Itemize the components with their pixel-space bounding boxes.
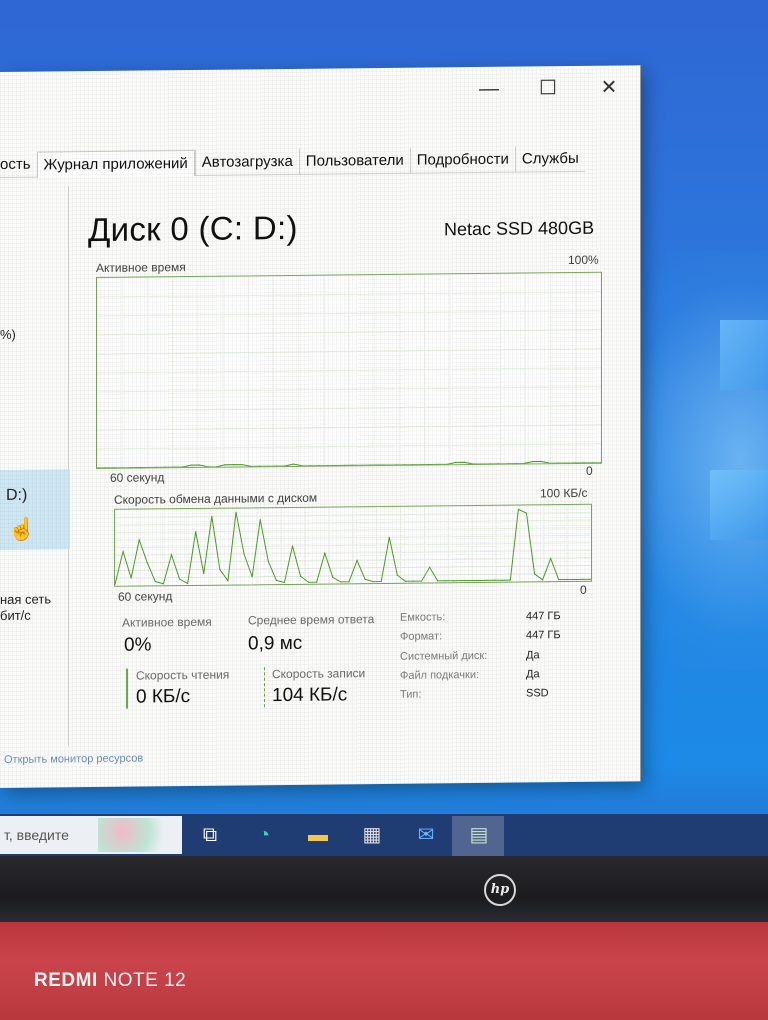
task-manager-window: — ☐ ✕ ость Журнал приложений Автозагрузк… (0, 65, 641, 788)
prop-format-value: 447 ГБ (526, 629, 561, 642)
transfer-graph-min: 0 (580, 582, 587, 597)
prop-capacity-value: 447 ГБ (526, 610, 561, 623)
phone-brand: REDMI (34, 970, 98, 991)
transfer-graph-max: 100 КБ/с (540, 485, 588, 501)
active-time-label: Активное время (122, 614, 212, 630)
write-speed-label: Скорость записи (272, 666, 366, 682)
search-highlight-icon (98, 818, 178, 852)
file-explorer-icon[interactable]: ▬ (304, 822, 332, 848)
write-speed-indicator (264, 667, 267, 708)
chart-point (97, 467, 98, 468)
prop-pagefile-label: Файл подкачки: (400, 668, 480, 682)
sidebar: %) D:) ☝ ная сеть бит/с (0, 186, 70, 747)
store-icon[interactable]: ▦ (358, 822, 386, 848)
hand-cursor-icon: ☝ (8, 516, 36, 542)
response-time-value: 0,9 мс (248, 632, 303, 655)
task-view-icon[interactable]: ⧉ (196, 822, 224, 848)
prop-pagefile-value: Да (526, 668, 540, 681)
transfer-graph-duration: 60 секунд (118, 589, 173, 604)
read-speed-value: 0 КБ/с (136, 686, 191, 708)
edge-icon[interactable]: ◔ (250, 822, 278, 848)
tab-details[interactable]: Подробности (409, 146, 515, 174)
sidebar-item-network-label: ная сеть (0, 591, 52, 607)
tab-performance[interactable]: ость (0, 151, 37, 178)
disk-model: Netac SSD 480GB (444, 217, 595, 240)
active-time-graph (96, 271, 602, 469)
prop-type-value: SSD (526, 687, 549, 700)
active-time-graph-min: 0 (586, 463, 593, 478)
windows-logo-tile (710, 470, 768, 540)
transfer-graph (114, 503, 592, 587)
camera-watermark: REDMI NOTE 12 (34, 970, 186, 992)
active-time-chart (97, 272, 601, 468)
transfer-chart (115, 505, 591, 586)
tab-startup[interactable]: Автозагрузка (194, 148, 299, 176)
tab-bar: ость Журнал приложений Автозагрузка Поль… (0, 145, 585, 178)
response-time-label: Среднее время ответа (248, 612, 375, 628)
prop-system-disk-label: Системный диск: (400, 649, 488, 663)
active-time-graph-label: Активное время (96, 260, 186, 275)
prop-capacity-label: Емкость: (400, 611, 446, 624)
active-time-value: 0% (124, 634, 152, 656)
open-resource-monitor-link[interactable]: Открыть монитор ресурсов (4, 753, 143, 766)
prop-format-label: Формат: (400, 630, 443, 643)
sidebar-item-network-speed: бит/с (0, 607, 31, 623)
close-button[interactable]: ✕ (586, 71, 632, 103)
write-speed-value: 104 КБ/с (272, 684, 348, 707)
prop-type-label: Тип: (400, 688, 422, 701)
tab-users[interactable]: Пользователи (298, 147, 410, 175)
page-title: Диск 0 (C: D:) (88, 208, 298, 249)
read-speed-label: Скорость чтения (136, 667, 230, 683)
task-manager-icon[interactable]: ▤ (465, 822, 493, 848)
mail-icon[interactable]: ✉ (412, 822, 440, 848)
sidebar-item-label: %) (0, 326, 16, 342)
prop-system-disk-value: Да (526, 649, 540, 662)
active-time-graph-duration: 60 секунд (110, 470, 165, 485)
minimize-button[interactable]: — (466, 73, 512, 105)
laptop-bezel (0, 856, 768, 926)
windows-logo-tile (720, 320, 768, 390)
transfer-graph-label: Скорость обмена данными с диском (114, 490, 318, 507)
tab-services[interactable]: Службы (514, 145, 585, 173)
sidebar-item-disk-label: D:) (6, 486, 28, 504)
tab-app-history[interactable]: Журнал приложений (36, 149, 195, 178)
maximize-button[interactable]: ☐ (525, 72, 571, 104)
phone-model: NOTE 12 (103, 970, 187, 991)
active-time-graph-max: 100% (568, 252, 599, 268)
hp-logo: hp (484, 874, 516, 906)
read-speed-indicator (126, 668, 128, 709)
